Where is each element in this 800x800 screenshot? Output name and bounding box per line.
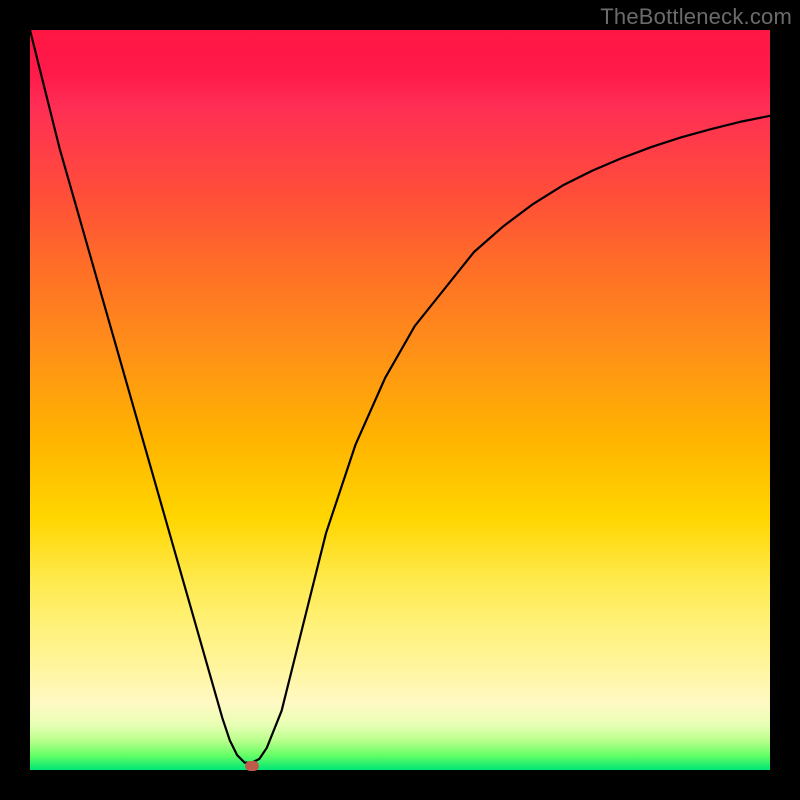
chart-container: TheBottleneck.com — [0, 0, 800, 800]
watermark-text: TheBottleneck.com — [600, 4, 792, 30]
plot-area — [30, 30, 770, 770]
minimum-marker — [245, 761, 259, 771]
curve-svg — [30, 30, 770, 770]
bottleneck-curve — [30, 30, 770, 763]
